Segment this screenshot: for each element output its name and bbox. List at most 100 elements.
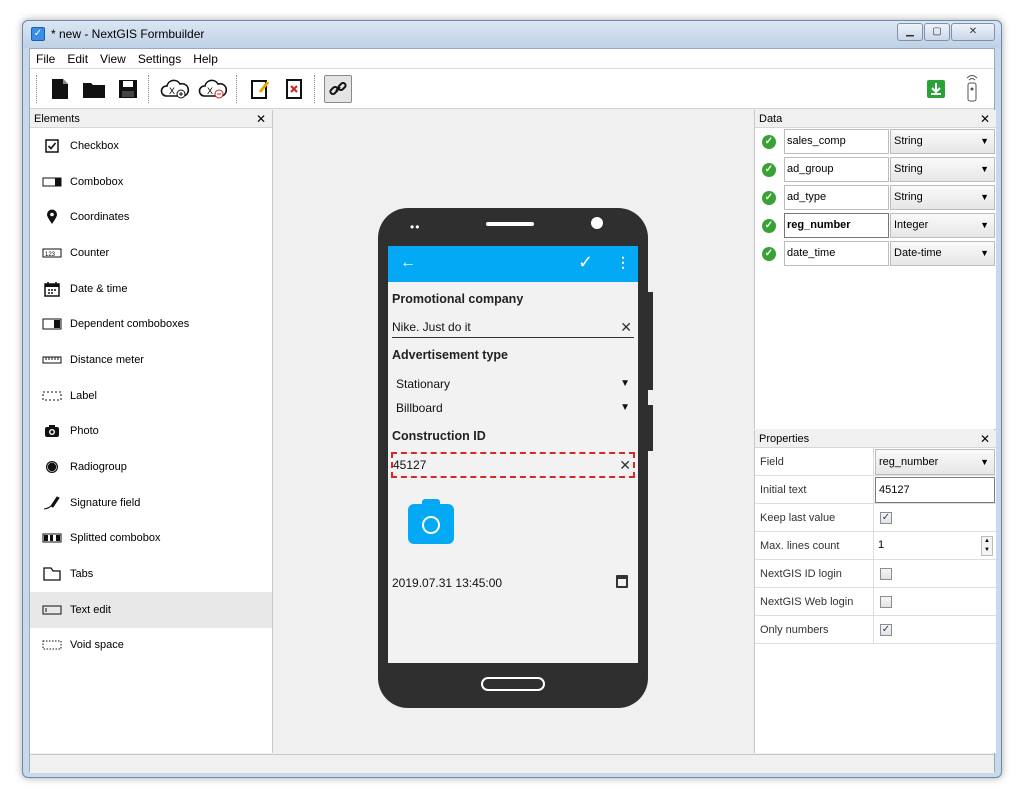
form-text-field[interactable]: Nike. Just do it ✕ xyxy=(392,316,634,338)
element-item-text-edit[interactable]: Text edit xyxy=(30,591,272,628)
close-icon[interactable]: ✕ xyxy=(980,430,990,448)
cloud-connect-button[interactable]: X xyxy=(158,75,192,103)
only-numbers-checkbox[interactable]: ✓ xyxy=(880,624,892,636)
element-item-combobox[interactable]: Combobox xyxy=(30,164,272,200)
element-item-label[interactable]: Label xyxy=(30,378,272,414)
link-button[interactable] xyxy=(324,75,352,103)
element-item-tabs[interactable]: Tabs xyxy=(30,556,272,592)
dropdown-arrow-icon: ▼ xyxy=(620,378,630,389)
menu-view[interactable]: View xyxy=(94,52,132,66)
field-type-select[interactable]: Integer ▼ xyxy=(890,213,995,238)
checkbox-icon xyxy=(42,138,62,154)
check-circle-icon: ✓ xyxy=(762,191,776,205)
field-select[interactable]: reg_number ▼ xyxy=(875,449,995,475)
field-name-input[interactable]: ad_type xyxy=(784,185,889,210)
field-name-input[interactable]: reg_number xyxy=(784,213,889,238)
photo-button[interactable] xyxy=(408,499,454,544)
element-item-label: Counter xyxy=(70,246,110,259)
form-text-field-selected[interactable]: 45127 ✕ xyxy=(391,452,635,478)
close-icon[interactable]: ✕ xyxy=(256,110,266,128)
minimize-button[interactable]: ▁ xyxy=(897,23,923,41)
element-item-date-time[interactable]: Date & time xyxy=(30,271,272,307)
properties-panel: Properties ✕ Field reg_number ▼ Initial t… xyxy=(754,430,996,753)
element-item-void-space[interactable]: Void space xyxy=(30,628,272,664)
check-circle-icon: ✓ xyxy=(762,135,776,149)
menu-help[interactable]: Help xyxy=(187,52,224,66)
element-item-signature-field[interactable]: Signature field xyxy=(30,485,272,521)
element-item-radiogroup[interactable]: Radiogroup xyxy=(30,449,272,485)
property-row-keep-last-value: Keep last value ✓ xyxy=(755,504,996,532)
element-item-dependent-comboboxes[interactable]: Dependent comboboxes xyxy=(30,306,272,342)
more-menu-icon[interactable]: ⋮ xyxy=(616,254,630,271)
form-combobox[interactable]: Billboard ▼ xyxy=(396,398,634,418)
maximize-button[interactable]: ▢ xyxy=(924,23,950,41)
property-name: Field xyxy=(755,448,874,476)
close-button[interactable]: ✕ xyxy=(951,23,995,41)
property-name: Keep last value xyxy=(755,504,874,532)
element-item-coordinates[interactable]: Coordinates xyxy=(30,199,272,235)
back-arrow-icon[interactable]: ← xyxy=(400,254,416,272)
nextgis-id-login-checkbox[interactable] xyxy=(880,568,892,580)
field-type-select[interactable]: String ▼ xyxy=(890,129,995,154)
open-button[interactable] xyxy=(80,75,108,103)
calendar-icon[interactable] xyxy=(616,575,628,588)
menu-settings[interactable]: Settings xyxy=(132,52,187,66)
element-item-splitted-combobox[interactable]: Splitted combobox xyxy=(30,521,272,557)
save-button[interactable] xyxy=(114,75,142,103)
clear-icon[interactable]: ✕ xyxy=(619,454,631,476)
new-file-button[interactable] xyxy=(46,75,74,103)
form-label[interactable]: Promotional company xyxy=(392,292,523,306)
field-name-input[interactable]: sales_comp xyxy=(784,129,889,154)
toolbar-separator xyxy=(236,75,237,103)
initial-text-input[interactable]: 45127 xyxy=(875,477,995,503)
field-type-value: Integer xyxy=(894,219,929,231)
menu-file[interactable]: File xyxy=(30,52,61,66)
delete-form-button[interactable] xyxy=(280,75,308,103)
menu-edit[interactable]: Edit xyxy=(61,52,94,66)
window-controls: ▁ ▢ ✕ xyxy=(896,23,995,41)
clear-icon[interactable]: ✕ xyxy=(620,316,632,338)
field-name-input[interactable]: date_time xyxy=(784,241,889,266)
keep-last-value-checkbox[interactable]: ✓ xyxy=(880,512,892,524)
cloud-disconnect-button[interactable]: X xyxy=(196,75,230,103)
datetime-value[interactable]: 2019.07.31 13:45:00 xyxy=(392,576,502,590)
dropdown-arrow-icon: ▼ xyxy=(980,457,989,467)
remote-button[interactable] xyxy=(958,75,986,103)
field-type-select[interactable]: Date-time ▼ xyxy=(890,241,995,266)
form-text-value: 45127 xyxy=(393,458,427,472)
edit-form-button[interactable] xyxy=(246,75,274,103)
form-label[interactable]: Advertisement type xyxy=(392,348,508,362)
remote-icon xyxy=(966,75,978,102)
element-item-counter[interactable]: 123 Counter xyxy=(30,235,272,271)
title-bar[interactable]: ✓ * new - NextGIS Formbuilder ▁ ▢ ✕ xyxy=(23,21,1001,48)
download-button[interactable] xyxy=(922,75,950,103)
form-combobox[interactable]: Stationary ▼ xyxy=(396,374,634,394)
nextgis-web-login-checkbox[interactable] xyxy=(880,596,892,608)
toolbar-separator xyxy=(36,75,37,103)
form-text-value: Nike. Just do it xyxy=(392,320,471,334)
field-type-select[interactable]: String ▼ xyxy=(890,157,995,182)
menu-bar: File Edit View Settings Help xyxy=(30,49,994,69)
field-type-value: Date-time xyxy=(894,247,942,259)
element-item-distance-meter[interactable]: Distance meter xyxy=(30,342,272,378)
element-item-label: Tabs xyxy=(70,568,94,581)
dropdown-arrow-icon: ▼ xyxy=(980,136,989,146)
delete-form-icon xyxy=(286,79,302,99)
field-type-select[interactable]: String ▼ xyxy=(890,185,995,210)
toolbar: X X xyxy=(30,69,994,109)
checkmark-icon[interactable]: ✓ xyxy=(578,252,593,273)
max-lines-spinbox[interactable]: 1 ▲ ▼ xyxy=(875,533,995,559)
data-row: ✓ ad_type String ▼ xyxy=(755,184,996,212)
field-name-input[interactable]: ad_group xyxy=(784,157,889,182)
spin-arrows-icon[interactable]: ▲ ▼ xyxy=(981,536,993,556)
close-icon[interactable]: ✕ xyxy=(980,110,990,128)
field-type-value: String xyxy=(894,163,923,175)
cloud-disconnect-icon: X xyxy=(198,79,228,99)
form-canvas[interactable]: •• ← ✓ ⋮ Promotional company Nike. Just … xyxy=(274,110,753,753)
form-label[interactable]: Construction ID xyxy=(392,429,486,443)
element-item-photo[interactable]: Photo xyxy=(30,414,272,450)
form-combo-value: Stationary xyxy=(396,377,451,391)
element-item-label: Checkbox xyxy=(70,139,119,152)
status-bar xyxy=(30,754,994,773)
element-item-checkbox[interactable]: Checkbox xyxy=(30,128,272,164)
